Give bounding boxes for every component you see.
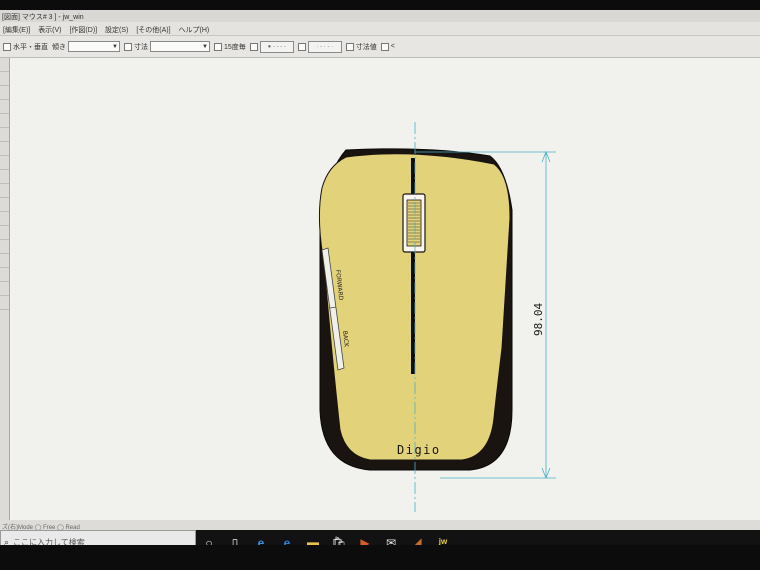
search-placeholder: ここに入力して検索 <box>13 538 85 545</box>
horizontal-vertical-label: 水平・垂直 <box>13 43 48 51</box>
menu-view[interactable]: 表示(V) <box>35 22 64 35</box>
tool-button[interactable] <box>0 156 9 170</box>
file-explorer-icon[interactable]: ▬ <box>300 530 326 546</box>
edge-icon[interactable]: e <box>248 530 274 546</box>
brand-logo: Digio <box>397 443 441 457</box>
tool-button[interactable] <box>0 142 9 156</box>
chevron-down-icon: ▼ <box>202 44 208 50</box>
fifteen-degree-label: 15度毎 <box>224 43 246 51</box>
status-bar: ズ(右)Mode ◯ Free ◯ Read <box>0 520 760 531</box>
line-type-selector[interactable]: ● - - - - <box>259 40 294 53</box>
menu-help[interactable]: ヘルプ(H) <box>176 22 213 35</box>
dimension-value-checkbox[interactable] <box>345 42 354 51</box>
mail-icon[interactable]: ✉ <box>378 530 404 546</box>
left-tool-palette <box>0 58 10 520</box>
tool-button[interactable] <box>0 100 9 114</box>
dimension-value-label: 寸法値 <box>355 43 377 51</box>
tool-button[interactable] <box>0 212 9 226</box>
menu-draw[interactable]: [作図(D)] <box>66 22 100 35</box>
dimension-value-text: 98.04 <box>532 303 545 336</box>
dash-type-checkbox[interactable] <box>297 42 306 51</box>
bracket-checkbox[interactable] <box>380 42 389 51</box>
tool-button[interactable] <box>0 72 9 86</box>
taskbar-search-box[interactable]: ⌕ ここに入力して検索 <box>0 530 196 545</box>
menu-bar: [編集(E)] 表示(V) [作図(D)] 設定(S) [その他(A)] ヘルプ… <box>0 22 760 36</box>
media-icon[interactable]: ▶ <box>352 530 378 546</box>
dimension-checkbox[interactable] <box>124 42 132 51</box>
mouse-drawing: FORWARD BACK Digio 98.04 <box>318 122 556 512</box>
menu-edit[interactable]: [編集(E)] <box>0 22 33 35</box>
taskbar: ⌕ ここに入力して検索 ○ ▯ e e ▬ 🛍 ▶ ✉ ◢ jw <box>0 530 760 545</box>
tool-button[interactable] <box>0 198 9 212</box>
tool-button[interactable] <box>0 184 9 198</box>
slope-label: 傾き <box>52 43 66 51</box>
ie-icon[interactable]: e <box>274 530 300 546</box>
slope-select[interactable]: ▼ <box>68 41 120 52</box>
menu-settings[interactable]: 設定(S) <box>102 22 131 35</box>
chevron-down-icon: ▼ <box>112 44 118 50</box>
window-title: [図面] マウス# 3 ] ‐ jw_win <box>0 10 760 22</box>
store-icon[interactable]: 🛍 <box>326 530 352 546</box>
tool-button[interactable] <box>0 58 9 72</box>
tool-button[interactable] <box>0 170 9 184</box>
dash-type-selector[interactable]: · - · - · <box>307 40 342 53</box>
fifteen-degree-checkbox[interactable] <box>214 42 222 51</box>
dimension-label: 寸法 <box>134 43 148 51</box>
horizontal-vertical-checkbox[interactable] <box>3 42 11 51</box>
bracket-label: < <box>390 43 395 50</box>
menu-other[interactable]: [その他(A)] <box>133 22 173 35</box>
tool-button[interactable] <box>0 86 9 100</box>
tool-button[interactable] <box>0 240 9 254</box>
dimension-select[interactable]: ▼ <box>150 41 210 52</box>
tool-button[interactable] <box>0 114 9 128</box>
toolbar: 水平・垂直 傾き ▼ 寸法 ▼ 15度毎 ● - - - - · - · - ·… <box>0 36 760 58</box>
line-type-checkbox[interactable] <box>249 42 258 51</box>
search-icon: ⌕ <box>4 537 10 545</box>
tool-button[interactable] <box>0 128 9 142</box>
desktop-screen: [図面] マウス# 3 ] ‐ jw_win [編集(E)] 表示(V) [作図… <box>0 10 760 545</box>
cortana-icon[interactable]: ○ <box>196 530 222 546</box>
tool-button[interactable] <box>0 296 9 310</box>
tool-button[interactable] <box>0 282 9 296</box>
drawing-canvas[interactable]: FORWARD BACK Digio 98.04 <box>10 58 760 520</box>
jww-icon[interactable]: jw <box>430 530 456 545</box>
tool-button[interactable] <box>0 254 9 268</box>
tool-button[interactable] <box>0 226 9 240</box>
task-view-icon[interactable]: ▯ <box>222 530 248 546</box>
tool-button[interactable] <box>0 268 9 282</box>
app-icon[interactable]: ◢ <box>404 530 430 546</box>
